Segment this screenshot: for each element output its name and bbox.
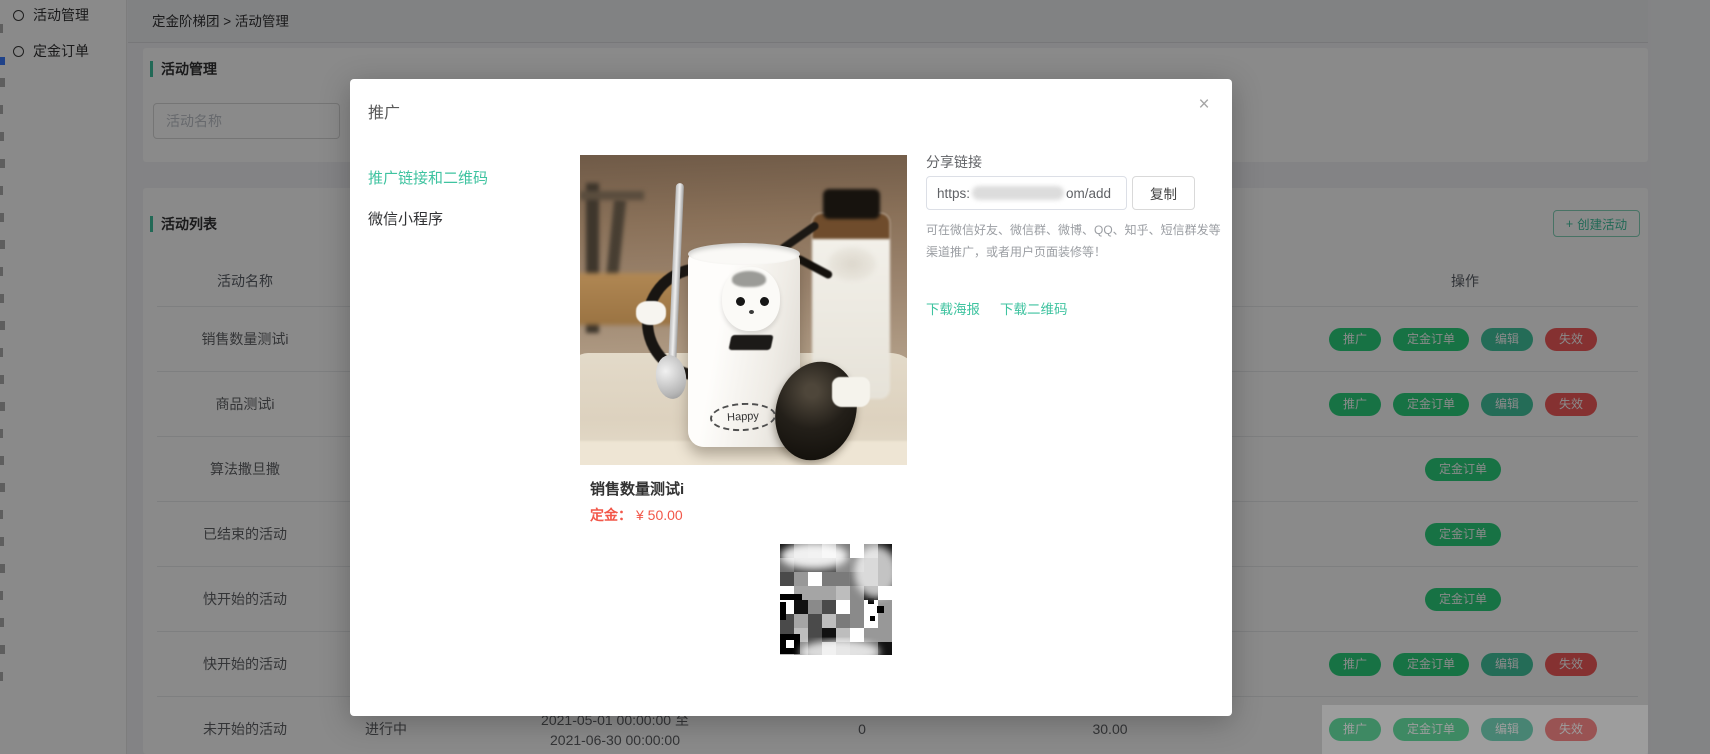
qr-mosaic xyxy=(780,542,892,655)
share-link-label: 分享链接 xyxy=(926,152,982,172)
photo-bowtie-shape xyxy=(728,335,773,350)
photo-cat-nose-shape xyxy=(749,310,754,314)
photo-mug-rim-shape xyxy=(688,243,800,265)
photo-sugar-paw-shape xyxy=(636,301,666,325)
photo-shelf-shape xyxy=(580,191,644,200)
copy-button[interactable]: 复制 xyxy=(1132,176,1195,210)
share-tip-text: 可在微信好友、微信群、微博、QQ、知乎、短信群发等渠道推广，或者用户页面装修等！ xyxy=(926,219,1222,263)
close-icon[interactable]: × xyxy=(1192,93,1216,117)
download-poster-link[interactable]: 下载海报 xyxy=(926,298,980,318)
promotion-modal: 推广 × 推广链接和二维码 微信小程序 xyxy=(350,79,1232,716)
download-links: 下载海报 下载二维码 xyxy=(926,298,1068,318)
product-deposit-price: 定金：¥ 50.00 xyxy=(590,505,683,525)
tab-promotion-link-qrcode[interactable]: 推广链接和二维码 xyxy=(368,167,488,188)
modal-title: 推广 xyxy=(368,99,400,123)
tab-wechat-miniprogram[interactable]: 微信小程序 xyxy=(368,208,443,229)
product-photo: Happy xyxy=(580,155,907,465)
photo-second-mug-face-shape xyxy=(828,247,876,281)
photo-sugar-paw-shape xyxy=(832,377,870,407)
price-value: ¥ 50.00 xyxy=(636,507,683,523)
redacted-url-segment xyxy=(972,186,1064,200)
qr-code-censored xyxy=(780,542,892,655)
hovered-row-highlight xyxy=(1322,705,1648,754)
url-prefix: https: xyxy=(937,186,970,201)
app-window: 活动管理 定金订单 定金阶梯团 > 活动管理 活动管理 活动列表 + 创建活动 … xyxy=(0,0,1710,754)
price-label: 定金： xyxy=(590,507,632,523)
photo-second-mug-cap-shape xyxy=(823,189,880,219)
photo-cat-eye-shape xyxy=(760,297,769,306)
share-link-input[interactable]: https: om/add xyxy=(926,176,1127,210)
download-qrcode-link[interactable]: 下载二维码 xyxy=(1000,298,1068,318)
photo-cat-eye-shape xyxy=(736,297,745,306)
photo-cat-hair-shape xyxy=(732,271,766,287)
url-suffix: om/add xyxy=(1066,186,1111,201)
product-name: 销售数量测试i xyxy=(590,478,684,499)
